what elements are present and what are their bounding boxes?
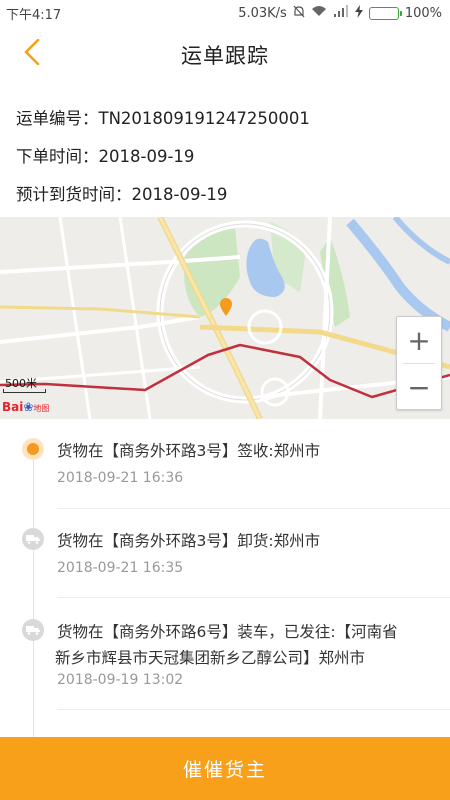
page-title: 运单跟踪 xyxy=(181,44,269,68)
order-time: 下单时间：2018-09-19 xyxy=(16,147,195,166)
baidu-map-logo: Bai❀地图 xyxy=(2,400,50,414)
divider xyxy=(57,709,450,710)
timeline-time: 2018-09-21 16:36 xyxy=(57,470,184,486)
network-speed: 5.03K/s xyxy=(238,5,287,21)
tracking-timeline: 货物在【商务外环路3号】签收:郑州市 2018-09-21 16:36 货物在【… xyxy=(0,420,450,740)
app-header: 运单跟踪 xyxy=(0,26,450,84)
timeline-text: 货物在【商务外环路3号】卸货:郑州市 xyxy=(57,532,321,550)
status-bar: 下午4:17 5.03K/s 100% xyxy=(0,0,450,26)
chevron-left-icon xyxy=(24,38,40,69)
divider xyxy=(57,597,450,598)
wifi-icon xyxy=(311,5,327,21)
back-button[interactable] xyxy=(12,34,52,74)
truck-icon xyxy=(22,528,44,550)
timeline-text-line2: 新乡市辉县市天冠集团新乡乙醇公司】郑州市 xyxy=(55,649,366,667)
battery-icon xyxy=(368,6,402,20)
map-view[interactable] xyxy=(0,217,450,419)
expected-arrival: 预计到货时间：2018-09-19 xyxy=(16,185,228,204)
timeline-time: 2018-09-21 16:35 xyxy=(57,560,184,576)
current-status-dot-icon xyxy=(22,438,44,460)
truck-icon xyxy=(22,619,44,641)
paw-icon: ❀ xyxy=(23,400,34,414)
timeline-text: 货物在【商务外环路3号】签收:郑州市 xyxy=(57,442,321,460)
location-marker-icon[interactable] xyxy=(219,297,233,321)
zoom-control: + − xyxy=(396,316,442,410)
waybill-number: 运单编号：TN201809191247250001 xyxy=(16,109,310,128)
charging-icon xyxy=(354,4,363,22)
mute-icon xyxy=(293,5,305,22)
status-time: 下午4:17 xyxy=(6,7,62,23)
order-info: 运单编号：TN201809191247250001 下单时间：2018-09-1… xyxy=(16,98,436,212)
zoom-out-button[interactable]: − xyxy=(397,364,441,410)
battery-level: 100% xyxy=(404,5,442,21)
zoom-in-button[interactable]: + xyxy=(397,317,441,363)
signal-icon xyxy=(333,5,349,21)
timeline-line xyxy=(33,450,34,740)
divider xyxy=(57,508,450,509)
timeline-time: 2018-09-19 13:02 xyxy=(57,672,184,688)
timeline-text-line1: 货物在【商务外环路6号】装车，已发往:【河南省 xyxy=(57,623,398,641)
urge-shipper-button[interactable]: 催催货主 xyxy=(0,737,450,800)
map-scale-bar xyxy=(3,389,46,393)
